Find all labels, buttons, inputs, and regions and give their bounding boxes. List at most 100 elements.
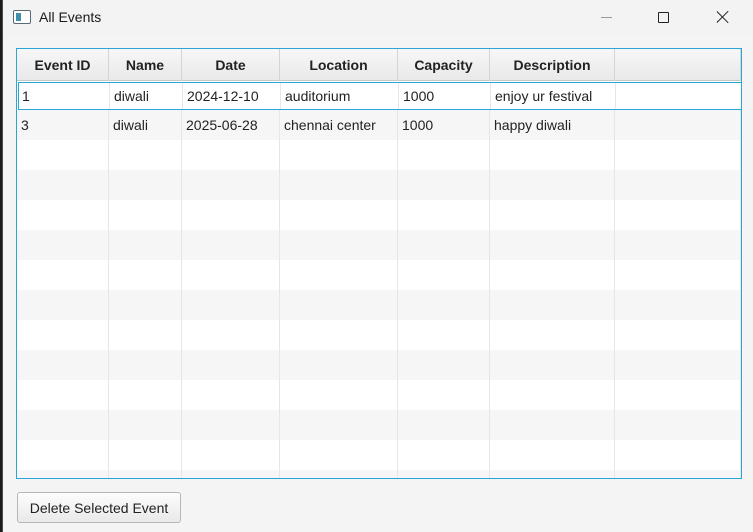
- empty-cell: [398, 380, 490, 410]
- empty-cell: [615, 470, 741, 478]
- empty-cell: [182, 380, 280, 410]
- empty-cell: [280, 200, 398, 230]
- empty-cell: [490, 320, 615, 350]
- empty-cell: [109, 200, 182, 230]
- empty-cell: [17, 470, 109, 478]
- cell-event-id: 3: [17, 110, 109, 140]
- empty-cell: [280, 230, 398, 260]
- empty-cell: [490, 260, 615, 290]
- maximize-icon: [657, 11, 669, 23]
- empty-table-row: [17, 230, 741, 260]
- cell-location: auditorium: [281, 82, 399, 110]
- empty-cell: [182, 230, 280, 260]
- column-header-filler: [615, 49, 741, 81]
- cell-event-id: 1: [18, 82, 110, 110]
- empty-cell: [490, 290, 615, 320]
- minimize-button[interactable]: [583, 0, 629, 34]
- empty-cell: [490, 410, 615, 440]
- empty-cell: [398, 320, 490, 350]
- cell-filler: [616, 82, 741, 110]
- empty-rows: [17, 140, 741, 478]
- empty-cell: [398, 230, 490, 260]
- empty-cell: [280, 320, 398, 350]
- empty-cell: [490, 440, 615, 470]
- empty-cell: [490, 200, 615, 230]
- cell-location: chennai center: [280, 110, 398, 140]
- empty-cell: [398, 440, 490, 470]
- maximize-button[interactable]: [640, 0, 686, 34]
- close-icon: [716, 10, 730, 24]
- column-header-capacity[interactable]: Capacity: [398, 49, 490, 81]
- empty-cell: [182, 260, 280, 290]
- column-header-event-id[interactable]: Event ID: [17, 49, 109, 81]
- empty-cell: [17, 410, 109, 440]
- empty-cell: [182, 320, 280, 350]
- cell-description: enjoy ur festival: [491, 82, 616, 110]
- empty-cell: [17, 380, 109, 410]
- empty-cell: [182, 410, 280, 440]
- empty-cell: [615, 350, 741, 380]
- empty-cell: [109, 470, 182, 478]
- empty-cell: [109, 170, 182, 200]
- cell-filler: [615, 110, 741, 140]
- empty-cell: [17, 200, 109, 230]
- table-body: 1 diwali 2024-12-10 auditorium 1000 enjo…: [17, 81, 741, 478]
- empty-cell: [615, 230, 741, 260]
- table-row[interactable]: 1 diwali 2024-12-10 auditorium 1000 enjo…: [18, 82, 741, 110]
- empty-cell: [280, 260, 398, 290]
- empty-cell: [615, 140, 741, 170]
- empty-cell: [280, 410, 398, 440]
- empty-table-row: [17, 320, 741, 350]
- empty-cell: [615, 260, 741, 290]
- close-button[interactable]: [700, 0, 746, 34]
- empty-cell: [490, 230, 615, 260]
- column-header-description[interactable]: Description: [490, 49, 615, 81]
- empty-cell: [182, 350, 280, 380]
- empty-table-row: [17, 440, 741, 470]
- empty-cell: [182, 440, 280, 470]
- empty-cell: [17, 350, 109, 380]
- empty-cell: [398, 140, 490, 170]
- events-table[interactable]: Event ID Name Date Location Capacity Des…: [16, 48, 742, 479]
- empty-cell: [109, 260, 182, 290]
- empty-cell: [17, 170, 109, 200]
- empty-cell: [109, 350, 182, 380]
- empty-table-row: [17, 410, 741, 440]
- empty-cell: [398, 350, 490, 380]
- empty-cell: [17, 320, 109, 350]
- cell-capacity: 1000: [399, 82, 491, 110]
- empty-cell: [615, 380, 741, 410]
- empty-cell: [182, 140, 280, 170]
- minimize-icon: [600, 16, 612, 18]
- window-title: All Events: [39, 9, 102, 25]
- empty-cell: [182, 470, 280, 478]
- empty-table-row: [17, 290, 741, 320]
- empty-cell: [398, 410, 490, 440]
- empty-table-row: [17, 380, 741, 410]
- empty-cell: [490, 470, 615, 478]
- title-bar: All Events: [3, 0, 753, 36]
- empty-cell: [615, 290, 741, 320]
- empty-cell: [109, 320, 182, 350]
- table-row[interactable]: 3 diwali 2025-06-28 chennai center 1000 …: [17, 110, 741, 140]
- app-icon: [13, 10, 31, 24]
- empty-table-row: [17, 350, 741, 380]
- empty-cell: [490, 170, 615, 200]
- delete-selected-event-button[interactable]: Delete Selected Event: [17, 492, 181, 523]
- empty-cell: [398, 290, 490, 320]
- empty-table-row: [17, 260, 741, 290]
- empty-cell: [490, 380, 615, 410]
- table-header: Event ID Name Date Location Capacity Des…: [17, 49, 741, 81]
- empty-cell: [490, 350, 615, 380]
- cell-date: 2024-12-10: [183, 82, 281, 110]
- empty-cell: [280, 440, 398, 470]
- empty-cell: [17, 290, 109, 320]
- empty-cell: [109, 380, 182, 410]
- column-header-name[interactable]: Name: [109, 49, 182, 81]
- empty-cell: [280, 140, 398, 170]
- empty-cell: [615, 440, 741, 470]
- column-header-location[interactable]: Location: [280, 49, 398, 81]
- empty-cell: [615, 320, 741, 350]
- empty-table-row: [17, 200, 741, 230]
- column-header-date[interactable]: Date: [182, 49, 280, 81]
